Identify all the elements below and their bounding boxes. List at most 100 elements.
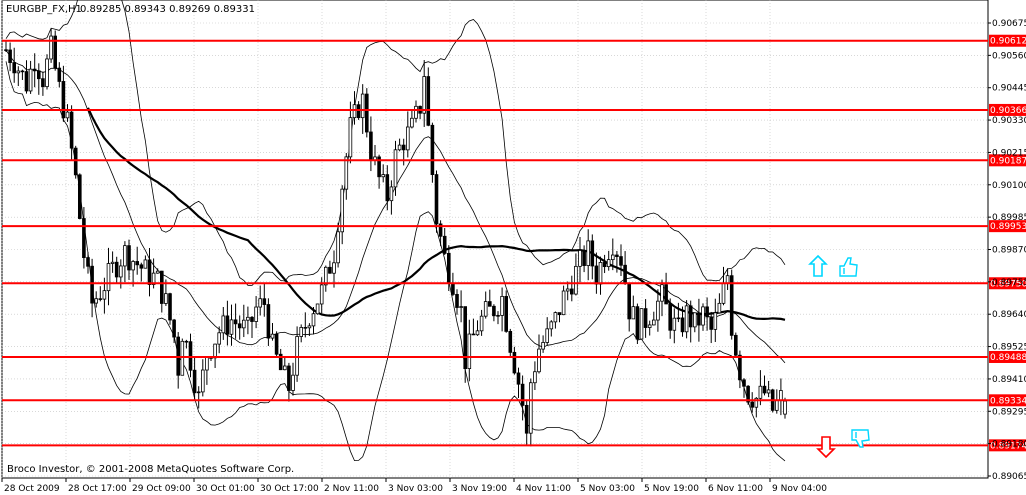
candle-body bbox=[270, 333, 275, 339]
candle-body bbox=[106, 263, 111, 292]
candle-body bbox=[307, 325, 312, 329]
candle-body bbox=[508, 330, 513, 353]
candle-body bbox=[565, 288, 570, 292]
candle-body bbox=[274, 333, 279, 355]
chart-window: 0.90612 0.90366 0.90187 0.89953 0.89750 0.894… bbox=[0, 0, 1026, 495]
candle-body bbox=[529, 382, 533, 434]
candle-body bbox=[582, 250, 586, 266]
candle-body bbox=[78, 174, 82, 219]
candle-body bbox=[241, 319, 246, 329]
candle-body bbox=[676, 317, 681, 320]
candle-body bbox=[348, 117, 353, 158]
candle-body bbox=[410, 117, 414, 128]
y-tick-label: 0.90675 bbox=[992, 19, 1026, 29]
candle-body bbox=[291, 374, 295, 391]
candle-body bbox=[693, 312, 697, 328]
candle-body bbox=[159, 270, 164, 304]
candle-body bbox=[61, 81, 66, 119]
candle-body bbox=[680, 317, 685, 333]
x-tick-label: 3 Nov 19:00 bbox=[452, 484, 507, 494]
candle-body bbox=[221, 315, 226, 334]
candle-body bbox=[553, 312, 558, 323]
candle-body bbox=[37, 70, 41, 80]
candle-body bbox=[426, 76, 431, 126]
candle-body bbox=[237, 323, 242, 329]
y-tick-label: 0.89295 bbox=[992, 407, 1026, 417]
candle-body bbox=[102, 290, 107, 300]
candle-body bbox=[20, 70, 25, 73]
candle-body bbox=[442, 235, 447, 254]
candle-body bbox=[455, 294, 459, 308]
candle-body bbox=[49, 35, 53, 60]
x-tick-label: 28 Oct 2009 bbox=[4, 484, 60, 494]
x-tick-label: 5 Nov 03:00 bbox=[580, 484, 635, 494]
candle-body bbox=[405, 126, 410, 151]
candle-body bbox=[623, 264, 627, 284]
candle-body bbox=[381, 174, 385, 178]
candle-body bbox=[164, 293, 168, 304]
candle-body bbox=[233, 319, 238, 325]
ohlc-values: 0.89285 0.89343 0.89269 0.89331 bbox=[80, 4, 255, 15]
candle-body bbox=[721, 283, 726, 304]
candle-body bbox=[282, 365, 287, 371]
candle-body bbox=[631, 306, 636, 320]
candle-body bbox=[94, 298, 99, 304]
candle-body bbox=[656, 300, 660, 321]
candle-body bbox=[217, 332, 222, 345]
candle-body bbox=[200, 369, 205, 393]
candle-body bbox=[184, 340, 189, 343]
y-tick-label: 0.89640 bbox=[992, 310, 1026, 320]
candle-body bbox=[356, 104, 361, 119]
candle-body bbox=[688, 305, 693, 328]
candle-body bbox=[594, 265, 599, 285]
candle-body bbox=[483, 301, 488, 317]
candle-body bbox=[520, 383, 525, 406]
candle-body bbox=[701, 306, 705, 326]
y-tick-label: 0.89410 bbox=[992, 375, 1026, 385]
candle-body bbox=[578, 250, 582, 267]
symbol-label: EURGBP_FX,H1 bbox=[6, 4, 82, 15]
candle-body bbox=[135, 261, 140, 266]
candle-body bbox=[319, 284, 324, 305]
candle-body bbox=[254, 306, 258, 322]
y-tick-label: 0.89180 bbox=[992, 440, 1026, 450]
candle-body bbox=[430, 124, 435, 175]
candle-body bbox=[295, 336, 299, 376]
candle-body bbox=[611, 254, 615, 261]
candle-body bbox=[734, 334, 738, 356]
candle-body bbox=[86, 257, 90, 267]
x-tick-label: 2 Nov 11:00 bbox=[324, 484, 379, 494]
x-tick-label: 3 Nov 03:00 bbox=[388, 484, 443, 494]
candle-body bbox=[664, 284, 668, 305]
y-tick-label: 0.90100 bbox=[992, 181, 1026, 191]
candle-body bbox=[496, 315, 500, 317]
candle-body bbox=[188, 341, 193, 371]
candle-body bbox=[512, 351, 517, 374]
candle-body bbox=[446, 253, 451, 284]
candle-body bbox=[344, 156, 349, 190]
plot-frame bbox=[1, 0, 989, 479]
candle-body bbox=[352, 104, 357, 119]
candle-body bbox=[758, 385, 763, 399]
candle-body bbox=[311, 313, 316, 327]
candle-body bbox=[606, 259, 611, 268]
candle-body bbox=[684, 305, 689, 333]
candle-body bbox=[660, 284, 664, 302]
candle-body bbox=[385, 174, 390, 202]
candle-body bbox=[114, 261, 119, 278]
y-tick-label: 0.89065 bbox=[992, 472, 1026, 482]
level-tag-label: 0.90366 bbox=[990, 106, 1026, 116]
candle-body bbox=[471, 333, 476, 336]
candle-body bbox=[487, 301, 492, 307]
candle-body bbox=[775, 399, 779, 411]
x-tick-label: 30 Oct 17:00 bbox=[260, 484, 319, 494]
candle-body bbox=[709, 316, 713, 330]
candle-body bbox=[131, 261, 135, 271]
candle-body bbox=[779, 390, 783, 401]
x-tick-label: 6 Nov 11:00 bbox=[708, 484, 763, 494]
candle-body bbox=[127, 245, 131, 271]
y-tick-label: 0.89985 bbox=[992, 213, 1026, 223]
candle-body bbox=[287, 365, 291, 391]
candle-body bbox=[45, 58, 49, 88]
candle-body bbox=[205, 357, 209, 371]
